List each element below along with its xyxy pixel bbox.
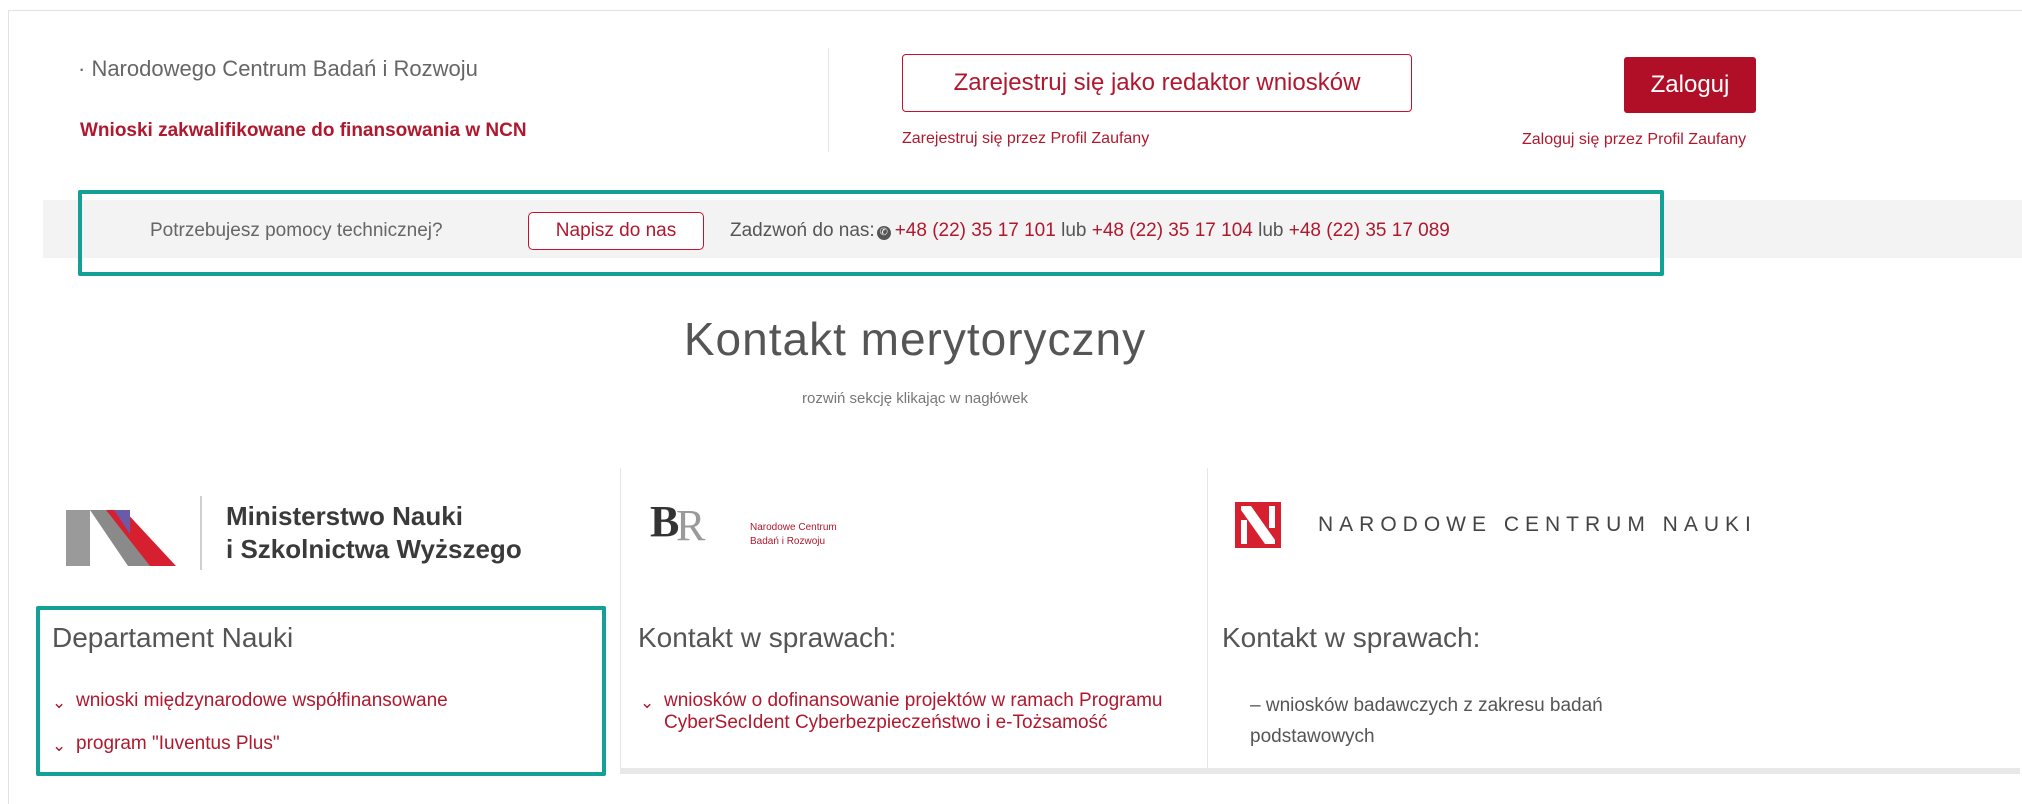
ncn-logo-text: Narodowe Centrum Nauki [1318,513,1757,536]
page-subtitle: rozwiń sekcję klikając w nagłówek [802,390,1028,407]
column-divider-1 [620,468,621,768]
mnisw-logo [66,510,176,566]
svg-text:R: R [676,501,706,550]
ncbr-logo-text: Narodowe Centrum Badań i Rozwoju [750,521,837,549]
page-title: Kontakt merytoryczny [683,313,1147,365]
ncn-logo [1235,502,1281,548]
ncbr-list: ⌄ wniosków o dofinansowanie projektów w r… [640,690,1200,755]
ncn-list: – wniosków badawczych z zakresu badań po… [1250,690,1720,773]
register-editor-button[interactable]: Zarejestruj się jako redaktor wniosków [902,54,1412,112]
mnisw-name: Ministerstwo Nauki i Szkolnictwa Wyższeg… [226,500,522,566]
list-item[interactable]: ⌄ wniosków o dofinansowanie projektów w r… [640,690,1200,734]
list-item: – wniosków badawczych z zakresu badań po… [1250,695,1603,747]
mnisw-name-line-1: Ministerstwo Nauki [226,501,463,531]
ncbr-logo: B R [650,498,706,550]
ncn-results-link[interactable]: Wnioski zakwalifikowane do finansowania … [80,120,527,142]
login-trusted-profile-link[interactable]: Zaloguj się przez Profil Zaufany [1522,131,1746,149]
ncbr-section-heading[interactable]: Kontakt w sprawach: [638,622,896,654]
login-button[interactable]: Zaloguj [1624,57,1756,113]
mnisw-logo-separator [200,496,202,570]
svg-text:B: B [650,498,679,546]
chevron-down-icon: ⌄ [640,693,655,712]
ncbr-logo-line-2: Badań i Rozwoju [750,536,826,547]
mnisw-name-line-2: i Szkolnictwa Wyższego [226,534,522,564]
mnisw-section-highlight [36,606,606,776]
register-trusted-profile-link[interactable]: Zarejestruj się przez Profil Zaufany [902,130,1149,148]
ncbr-logo-line-1: Narodowe Centrum [750,522,837,533]
ncbr-results-link[interactable]: · Narodowego Centrum Badań i Rozwoju [78,56,478,82]
header-left: · Narodowego Centrum Badań i Rozwoju [78,56,478,82]
ncn-section-heading[interactable]: Kontakt w sprawach: [1222,622,1480,654]
help-bar-highlight [78,190,1664,276]
column-divider-2 [1207,468,1208,768]
header-divider [828,48,829,152]
